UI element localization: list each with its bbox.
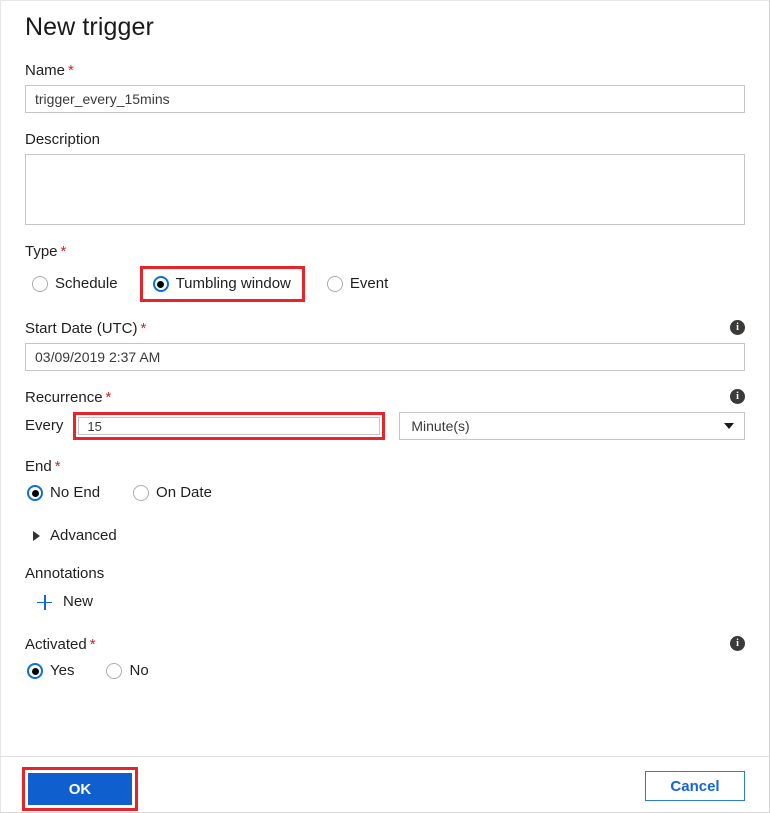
start-date-label: Start Date (UTC) * [25, 320, 147, 337]
recurrence-interval-input[interactable] [78, 417, 381, 435]
end-label: End * [25, 458, 61, 475]
radio-label: No End [50, 484, 101, 501]
radio-label: No [129, 662, 149, 679]
required-asterisk: * [89, 636, 96, 653]
chevron-right-icon [33, 531, 40, 541]
description-field-group: Description [25, 130, 745, 225]
start-date-input[interactable] [25, 343, 745, 371]
advanced-expander[interactable]: Advanced [25, 526, 117, 546]
radio-label: Schedule [55, 275, 118, 292]
recurrence-unit-value: Minute(s) [411, 418, 470, 434]
required-asterisk: * [60, 243, 67, 260]
type-radio-group: Schedule Tumbling window Event [25, 266, 745, 302]
required-asterisk: * [140, 320, 147, 337]
radio-circle-selected-icon [27, 485, 43, 501]
description-textarea[interactable] [25, 154, 745, 225]
recurrence-every-label: Every [25, 417, 64, 434]
add-annotation-button[interactable]: New [37, 593, 93, 611]
name-field-group: Name * [25, 61, 745, 113]
radio-type-schedule[interactable]: Schedule [32, 272, 118, 296]
radio-type-tumbling-window[interactable]: Tumbling window [139, 266, 305, 302]
activated-label: Activated * [25, 636, 96, 653]
info-icon[interactable]: i [730, 389, 745, 404]
radio-label: Event [349, 275, 389, 292]
radio-circle-icon [133, 485, 150, 501]
advanced-label: Advanced [50, 527, 117, 544]
required-asterisk: * [105, 389, 112, 406]
type-label: Type * [25, 243, 67, 260]
ok-button[interactable]: OK [28, 773, 132, 805]
annotations-label: Annotations [25, 565, 105, 582]
radio-type-event[interactable]: Event [326, 272, 389, 296]
recurrence-unit-select[interactable]: Minute(s) [399, 412, 745, 440]
activated-field-group: Activated * i Yes No [25, 635, 745, 683]
required-asterisk: * [68, 62, 74, 79]
add-annotation-label: New [63, 593, 94, 610]
radio-activated-yes[interactable]: Yes [27, 659, 74, 683]
radio-circle-selected-icon [27, 663, 43, 679]
name-label: Name * [25, 62, 74, 79]
end-field-group: End * No End On Date [25, 457, 745, 505]
dialog-footer: OK Cancel [1, 756, 769, 812]
description-label: Description [25, 131, 101, 148]
radio-label: Yes [50, 662, 75, 679]
radio-circle-icon [326, 276, 343, 292]
cancel-button[interactable]: Cancel [645, 771, 745, 801]
info-icon[interactable]: i [730, 320, 745, 335]
end-radio-group: No End On Date [25, 481, 745, 505]
recurrence-field-group: Recurrence* i Every Minute(s) [25, 388, 745, 440]
radio-circle-selected-icon [152, 276, 169, 292]
required-asterisk: * [54, 458, 61, 475]
new-trigger-dialog: New trigger Name* Description Type* Sche… [0, 0, 770, 813]
chevron-down-icon [724, 423, 734, 429]
page-title: New trigger [25, 13, 154, 41]
radio-end-no-end[interactable]: No End [27, 481, 100, 505]
type-field-group: Type * Schedule Tumbling window Event [25, 242, 745, 302]
ok-button-highlight: OK [22, 767, 138, 811]
radio-label: On Date [156, 484, 212, 501]
activated-radio-group: Yes No [25, 659, 745, 683]
recurrence-interval-highlight [73, 412, 386, 440]
plus-icon [37, 594, 52, 610]
radio-label: Tumbling window [175, 275, 291, 292]
info-icon[interactable]: i [730, 636, 745, 651]
recurrence-label: Recurrence * [25, 389, 112, 406]
start-date-field-group: Start Date (UTC) * i [25, 319, 745, 371]
radio-activated-no[interactable]: No [106, 659, 149, 683]
name-input[interactable] [25, 85, 745, 113]
radio-circle-icon [32, 276, 48, 292]
radio-end-on-date[interactable]: On Date [133, 481, 212, 505]
radio-circle-icon [106, 663, 123, 679]
recurrence-row: Every Minute(s) [25, 412, 745, 440]
dialog-body: New trigger Name* Description Type* Sche… [1, 1, 769, 758]
